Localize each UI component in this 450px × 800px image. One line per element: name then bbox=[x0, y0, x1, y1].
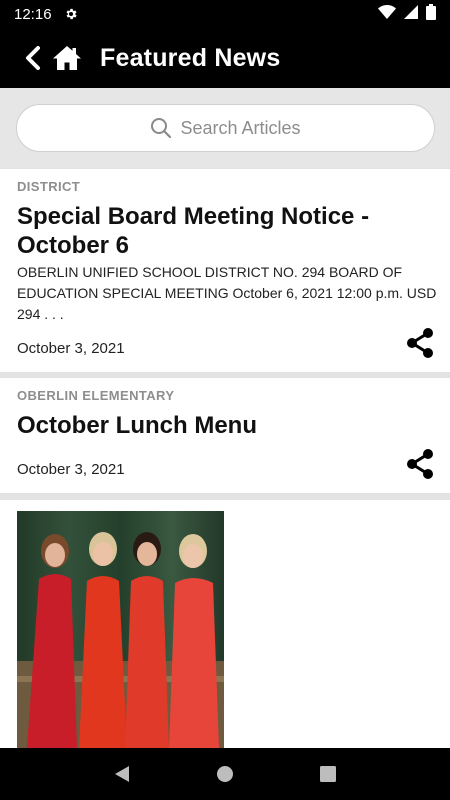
page-title: Featured News bbox=[100, 43, 281, 72]
share-icon[interactable] bbox=[406, 448, 434, 480]
search-placeholder: Search Articles bbox=[180, 117, 301, 138]
battery-icon bbox=[426, 3, 436, 25]
article-title[interactable]: Special Board Meeting Notice - October 6 bbox=[17, 202, 427, 260]
signal-icon bbox=[404, 4, 418, 24]
nav-recents-icon[interactable] bbox=[316, 762, 340, 786]
article-card[interactable]: DISTRICT Special Board Meeting Notice - … bbox=[0, 169, 450, 372]
article-photo[interactable] bbox=[17, 511, 224, 748]
home-icon[interactable] bbox=[52, 44, 82, 72]
search-input[interactable]: Search Articles bbox=[16, 104, 435, 152]
nav-back-icon[interactable] bbox=[110, 762, 134, 786]
article-excerpt: OBERLIN UNIFIED SCHOOL DISTRICT NO. 294 … bbox=[17, 264, 437, 322]
status-time: 12:16 bbox=[14, 5, 52, 23]
article-date: October 3, 2021 bbox=[17, 340, 125, 357]
share-icon[interactable] bbox=[406, 327, 434, 359]
search-bar-container: Search Articles bbox=[0, 88, 450, 168]
article-date: October 3, 2021 bbox=[17, 461, 125, 478]
nav-home-icon[interactable] bbox=[213, 762, 237, 786]
back-arrow-icon[interactable] bbox=[22, 44, 44, 72]
system-nav-bar bbox=[0, 748, 450, 800]
app-bar: Featured News bbox=[0, 28, 450, 88]
article-title[interactable]: October Lunch Menu bbox=[17, 411, 427, 440]
article-category: DISTRICT bbox=[17, 179, 81, 194]
status-bar: 12:16 bbox=[0, 0, 450, 28]
article-card[interactable] bbox=[0, 500, 450, 748]
screen: 12:16 Featured News Search Articles DIST… bbox=[0, 0, 450, 800]
settings-gear-icon bbox=[64, 7, 78, 21]
article-card[interactable]: OBERLIN ELEMENTARY October Lunch Menu Oc… bbox=[0, 378, 450, 493]
article-category: OBERLIN ELEMENTARY bbox=[17, 388, 175, 403]
wifi-icon bbox=[378, 4, 396, 24]
search-icon bbox=[150, 117, 172, 139]
status-icons bbox=[378, 3, 436, 25]
